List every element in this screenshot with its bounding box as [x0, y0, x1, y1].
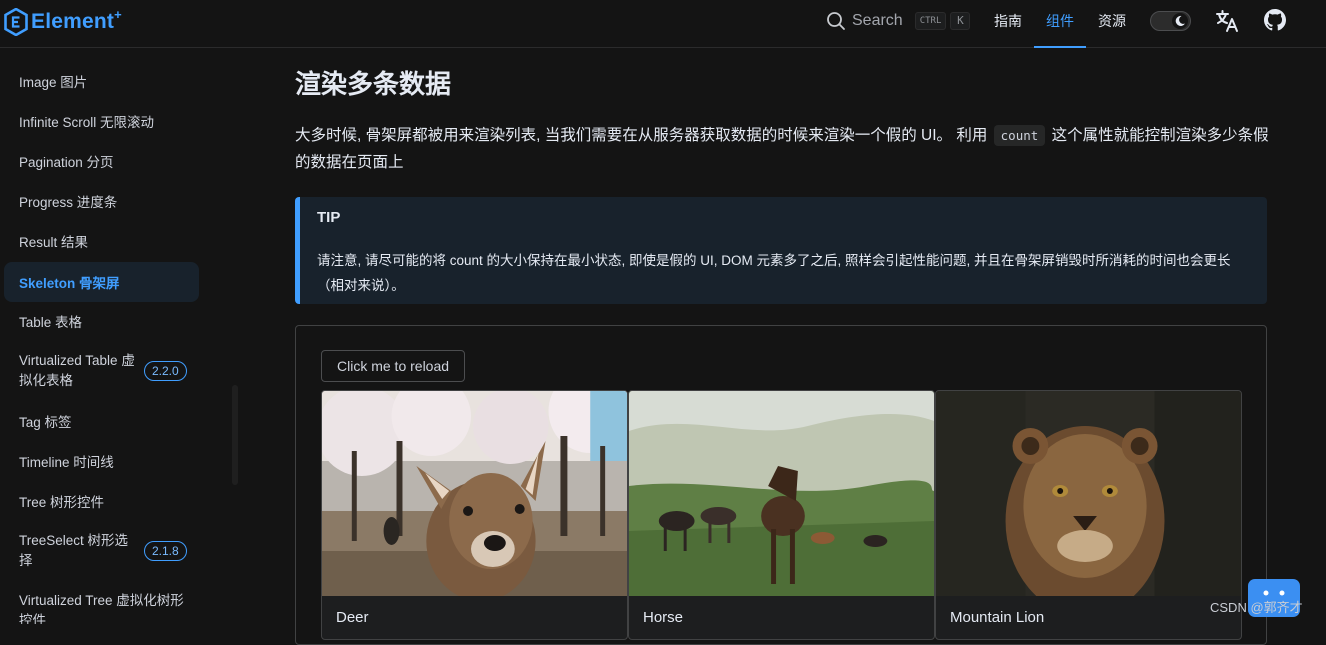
- kbd-ctrl: CTRL: [914, 12, 947, 30]
- sidebar-item-result[interactable]: Result 结果: [4, 221, 199, 261]
- sidebar-item-label: Image 图片: [19, 75, 88, 90]
- sidebar-item-virtualized-table[interactable]: Virtualized Table 虚拟化表格 2.2.0: [4, 351, 199, 391]
- nav-link-components[interactable]: 组件: [1034, 0, 1086, 48]
- sidebar-item-tag[interactable]: Tag 标签: [4, 401, 199, 441]
- mountain-lion-image: [936, 391, 1241, 596]
- sidebar-item-label: Virtualized Table 虚拟化表格: [19, 353, 135, 388]
- sidebar-item-label: Skeleton 骨架屏: [19, 276, 120, 291]
- sidebar-item-virtualized-tree[interactable]: Virtualized Tree 虚拟化树形控件: [4, 591, 199, 624]
- nav-links: 指南 组件 资源: [982, 0, 1138, 48]
- sidebar-item-skeleton[interactable]: Skeleton 骨架屏: [4, 262, 199, 302]
- version-badge: 2.2.0: [144, 361, 187, 381]
- demo-block: Click me to reload Deer Horse Mountain L…: [295, 325, 1267, 645]
- card-title: Deer: [336, 609, 369, 626]
- sidebar: Image 图片 Infinite Scroll 无限滚动 Pagination…: [0, 48, 230, 624]
- sidebar-item-infinite-scroll[interactable]: Infinite Scroll 无限滚动: [4, 101, 199, 141]
- sidebar-item-label: Infinite Scroll 无限滚动: [19, 115, 155, 130]
- translate-icon[interactable]: [1214, 8, 1240, 34]
- tip-text: 请注意, 请尽可能的将 count 的大小保持在最小状态, 即使是假的 UI, …: [317, 253, 1231, 293]
- github-icon[interactable]: [1264, 9, 1286, 31]
- nav-link-resources[interactable]: 资源: [1086, 0, 1138, 48]
- nav-link-guide[interactable]: 指南: [982, 0, 1034, 48]
- sidebar-item-label: Tag 标签: [19, 415, 72, 430]
- section-description: 大多时候, 骨架屏都被用来渲染列表, 当我们需要在从服务器获取数据的时候来渲染一…: [295, 122, 1270, 176]
- section-title: 渲染多条数据: [295, 69, 452, 99]
- sidebar-item-timeline[interactable]: Timeline 时间线: [4, 441, 199, 481]
- sidebar-item-label: Pagination 分页: [19, 155, 114, 170]
- card-mountain-lion: Mountain Lion: [935, 390, 1242, 640]
- tip-title: TIP: [317, 209, 341, 226]
- main-content: 渲染多条数据 大多时候, 骨架屏都被用来渲染列表, 当我们需要在从服务器获取数据…: [295, 48, 1270, 645]
- sidebar-item-pagination[interactable]: Pagination 分页: [4, 141, 199, 181]
- kbd-k: K: [950, 12, 971, 30]
- inline-code-count: count: [993, 125, 1046, 146]
- sidebar-item-label: TreeSelect 树形选择: [19, 533, 129, 568]
- sidebar-item-label: Result 结果: [19, 235, 89, 250]
- csdn-watermark: CSDN @郭齐才: [1210, 600, 1303, 615]
- sidebar-item-progress[interactable]: Progress 进度条: [4, 181, 199, 221]
- sidebar-item-label: Progress 进度条: [19, 195, 118, 210]
- brand-superscript: +: [114, 6, 122, 22]
- element-logo-icon: [4, 8, 28, 36]
- sidebar-item-label: Tree 树形控件: [19, 495, 105, 510]
- description-text: 大多时候, 骨架屏都被用来渲染列表, 当我们需要在从服务器获取数据的时候来渲染一…: [295, 127, 988, 144]
- brand-name: Element: [31, 10, 115, 33]
- search-icon: [827, 12, 845, 30]
- element-plus-logo[interactable]: Element +: [4, 6, 122, 36]
- version-badge: 2.1.8: [144, 541, 187, 561]
- sidebar-item-label: Virtualized Tree 虚拟化树形控件: [19, 593, 184, 624]
- card-title: Mountain Lion: [950, 609, 1045, 626]
- top-navbar: Element + Search CTRL K 指南 组件 资源: [0, 0, 1326, 48]
- deer-image: [322, 391, 627, 596]
- sidebar-scrollbar[interactable]: [232, 385, 238, 485]
- sidebar-item-table[interactable]: Table 表格: [4, 301, 199, 341]
- dark-mode-toggle[interactable]: [1150, 11, 1191, 31]
- moon-icon: [1175, 15, 1185, 26]
- toggle-knob: [1172, 13, 1188, 29]
- card-list: Deer Horse Mountain Lion: [321, 390, 1242, 640]
- reload-button[interactable]: Click me to reload: [321, 350, 466, 382]
- sidebar-item-image[interactable]: Image 图片: [4, 61, 199, 101]
- card-deer: Deer: [321, 390, 628, 640]
- sidebar-item-tree[interactable]: Tree 树形控件: [4, 481, 199, 521]
- card-title: Horse: [643, 609, 684, 626]
- tip-block: TIP 请注意, 请尽可能的将 count 的大小保持在最小状态, 即使是假的 …: [295, 197, 1267, 304]
- sidebar-item-label: Timeline 时间线: [19, 455, 114, 470]
- card-horse: Horse: [628, 390, 935, 640]
- horse-image: [629, 391, 934, 596]
- search-button[interactable]: Search CTRL K: [826, 10, 971, 32]
- sidebar-item-treeselect[interactable]: TreeSelect 树形选择 2.1.8: [4, 531, 199, 571]
- sidebar-item-label: Table 表格: [19, 315, 83, 330]
- search-label: Search: [852, 12, 903, 29]
